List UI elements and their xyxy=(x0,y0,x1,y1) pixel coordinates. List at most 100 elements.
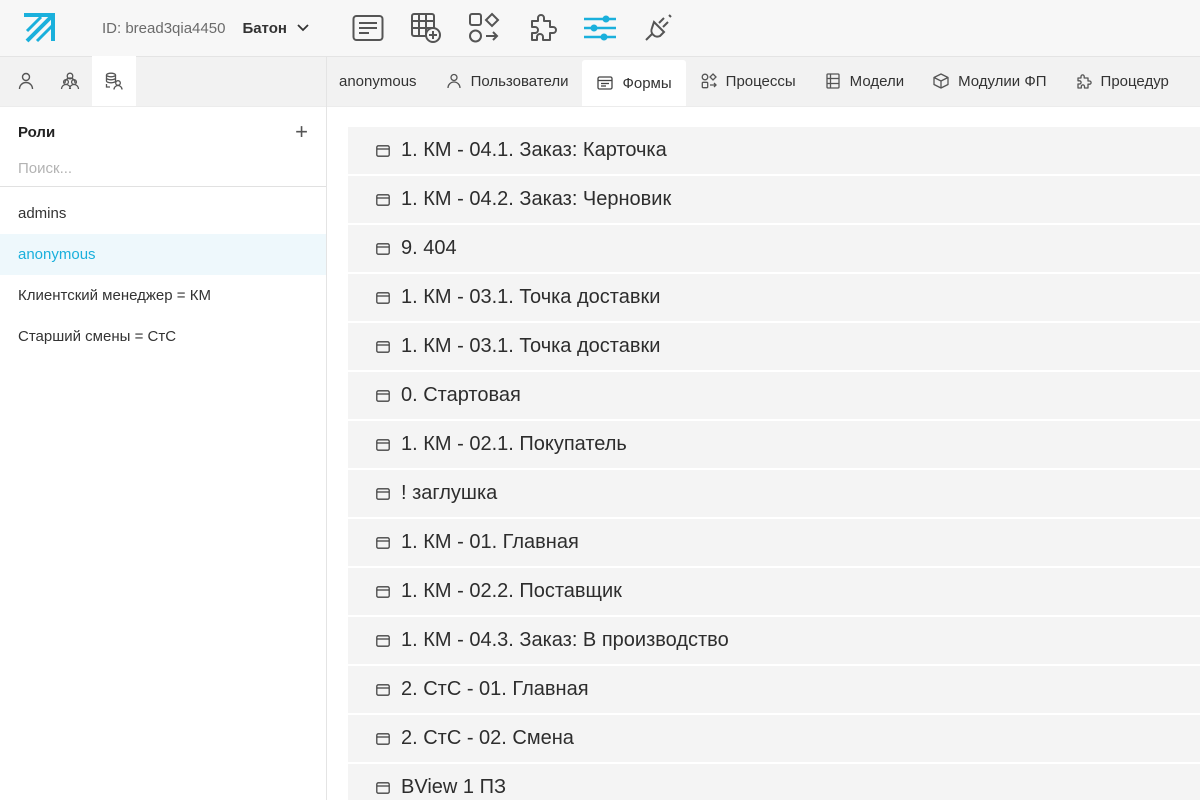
sliders-icon xyxy=(583,15,616,41)
role-item[interactable]: anonymous xyxy=(0,234,326,275)
form-window-icon xyxy=(376,242,392,256)
form-row[interactable]: 1. КМ - 04.2. Заказ: Черновик xyxy=(348,176,1200,223)
form-row[interactable]: 1. КМ - 03.1. Точка доставки xyxy=(348,274,1200,321)
user-icon xyxy=(18,72,34,90)
forms-list: 1. КМ - 04.1. Заказ: Карточка 1. КМ - 04.… xyxy=(348,127,1200,800)
form-editor-icon xyxy=(352,15,384,41)
tab-role-name[interactable]: anonymous xyxy=(327,57,431,106)
plug-icon xyxy=(645,14,672,41)
form-row[interactable]: ! заглушка xyxy=(348,470,1200,517)
roles-search-input[interactable] xyxy=(18,157,308,179)
form-window-icon xyxy=(376,340,392,354)
left-tab-users[interactable] xyxy=(4,56,48,106)
form-window-icon xyxy=(376,193,392,207)
tab-process[interactable]: Процессы xyxy=(686,57,810,106)
tab-puzzle[interactable]: Процедур xyxy=(1061,57,1183,106)
tab-model[interactable]: Модели xyxy=(810,57,918,106)
roles-icon xyxy=(105,72,123,90)
form-window-icon xyxy=(376,683,392,697)
form-window-icon xyxy=(376,634,392,648)
form-row[interactable]: 2. СтС - 01. Главная xyxy=(348,666,1200,713)
left-tab-roles[interactable] xyxy=(92,56,136,106)
chevron-down-icon xyxy=(297,24,309,32)
tab-label: Процедур xyxy=(1100,72,1169,90)
cube-icon xyxy=(932,72,950,90)
tool-processes-button[interactable] xyxy=(455,4,513,52)
app-logo-icon[interactable] xyxy=(21,8,61,48)
roles-title: Роли xyxy=(18,123,56,141)
form-row[interactable]: 0. Стартовая xyxy=(348,372,1200,419)
form-window-icon xyxy=(376,585,392,599)
role-item[interactable]: Старший смены = СтС xyxy=(0,316,326,357)
roles-search xyxy=(0,157,326,187)
tab-label: Формы xyxy=(622,74,672,92)
form-row[interactable]: BView 1 ПЗ xyxy=(348,764,1200,800)
form-window-icon xyxy=(376,487,392,501)
tool-forms-button[interactable] xyxy=(339,4,397,52)
form-row[interactable]: 1. КМ - 01. Главная xyxy=(348,519,1200,566)
role-detail: anonymous Пользователи Формы Процессы Модели… xyxy=(327,57,1200,800)
form-row[interactable]: 9. 404 xyxy=(348,225,1200,272)
form-row-label: 0. Стартовая xyxy=(401,384,521,406)
roles-list: admins anonymous Клиентский менеджер = КМ С… xyxy=(0,193,326,357)
form-row-label: 9. 404 xyxy=(401,237,457,259)
role-tabs: anonymous Пользователи Формы Процессы Модели… xyxy=(327,57,1200,107)
tool-plugins-button[interactable] xyxy=(513,4,571,52)
form-row[interactable]: 2. СтС - 02. Смена xyxy=(348,715,1200,762)
form-row[interactable]: 1. КМ - 02.2. Поставщик xyxy=(348,568,1200,615)
form-window-icon xyxy=(376,438,392,452)
form-row-label: 2. СтС - 01. Главная xyxy=(401,678,589,700)
form-row-label: 2. СтС - 02. Смена xyxy=(401,727,574,749)
tool-tables-button[interactable] xyxy=(397,4,455,52)
form-row[interactable]: 1. КМ - 04.3. Заказ: В производство xyxy=(348,617,1200,664)
form-icon xyxy=(596,74,614,92)
form-row-label: BView 1 ПЗ xyxy=(401,776,507,798)
tab-form[interactable]: Формы xyxy=(582,60,686,106)
form-row-label: 1. КМ - 03.1. Точка доставки xyxy=(401,335,661,357)
table-add-icon xyxy=(410,13,441,43)
puzzle-icon xyxy=(1075,72,1093,90)
form-row[interactable]: 1. КМ - 04.1. Заказ: Карточка xyxy=(348,127,1200,174)
tab-user[interactable]: Пользователи xyxy=(431,57,583,106)
user-icon xyxy=(445,72,463,90)
tab-label: Модулии ФП xyxy=(958,72,1047,90)
form-row-label: 1. КМ - 02.1. Покупатель xyxy=(401,433,627,455)
form-row-label: ! заглушка xyxy=(401,482,498,504)
form-window-icon xyxy=(376,144,392,158)
tool-integrations-button[interactable] xyxy=(629,4,687,52)
form-window-icon xyxy=(376,781,392,795)
roles-panel: Роли + adminsanonymousКлиентский менедже… xyxy=(0,56,327,800)
process-icon xyxy=(700,72,718,90)
form-row-label: 1. КМ - 01. Главная xyxy=(401,531,579,553)
role-item[interactable]: Клиентский менеджер = КМ xyxy=(0,275,326,316)
form-row-label: 1. КМ - 03.1. Точка доставки xyxy=(401,286,661,308)
tab-cube[interactable]: Модулии ФП xyxy=(918,57,1060,106)
roles-header: Роли + xyxy=(0,107,326,157)
left-tab-groups[interactable] xyxy=(48,56,92,106)
toolbar xyxy=(329,4,687,52)
project-id: ID: bread3qia4450 xyxy=(102,19,226,37)
form-row[interactable]: 1. КМ - 02.1. Покупатель xyxy=(348,421,1200,468)
form-window-icon xyxy=(376,389,392,403)
tool-settings-button[interactable] xyxy=(571,4,629,52)
users-group-icon xyxy=(60,72,80,90)
left-panel-tabs xyxy=(0,56,326,107)
project-name: Батон xyxy=(242,19,287,37)
role-item[interactable]: admins xyxy=(0,193,326,234)
top-bar: ID: bread3qia4450 Батон xyxy=(0,0,1200,57)
add-role-button[interactable]: + xyxy=(295,121,308,143)
form-row-label: 1. КМ - 04.2. Заказ: Черновик xyxy=(401,188,672,210)
model-icon xyxy=(824,72,842,90)
form-row-label: 1. КМ - 04.1. Заказ: Карточка xyxy=(401,139,667,161)
tab-label: Процессы xyxy=(725,72,796,90)
form-window-icon xyxy=(376,732,392,746)
form-window-icon xyxy=(376,536,392,550)
tab-label: anonymous xyxy=(339,72,417,90)
form-row[interactable]: 1. КМ - 03.1. Точка доставки xyxy=(348,323,1200,370)
tab-label: Пользователи xyxy=(470,72,569,90)
process-shapes-icon xyxy=(468,12,500,43)
form-row-label: 1. КМ - 02.2. Поставщик xyxy=(401,580,622,602)
project-switcher[interactable]: Батон xyxy=(242,20,309,37)
form-window-icon xyxy=(376,291,392,305)
puzzle-icon xyxy=(530,14,557,41)
